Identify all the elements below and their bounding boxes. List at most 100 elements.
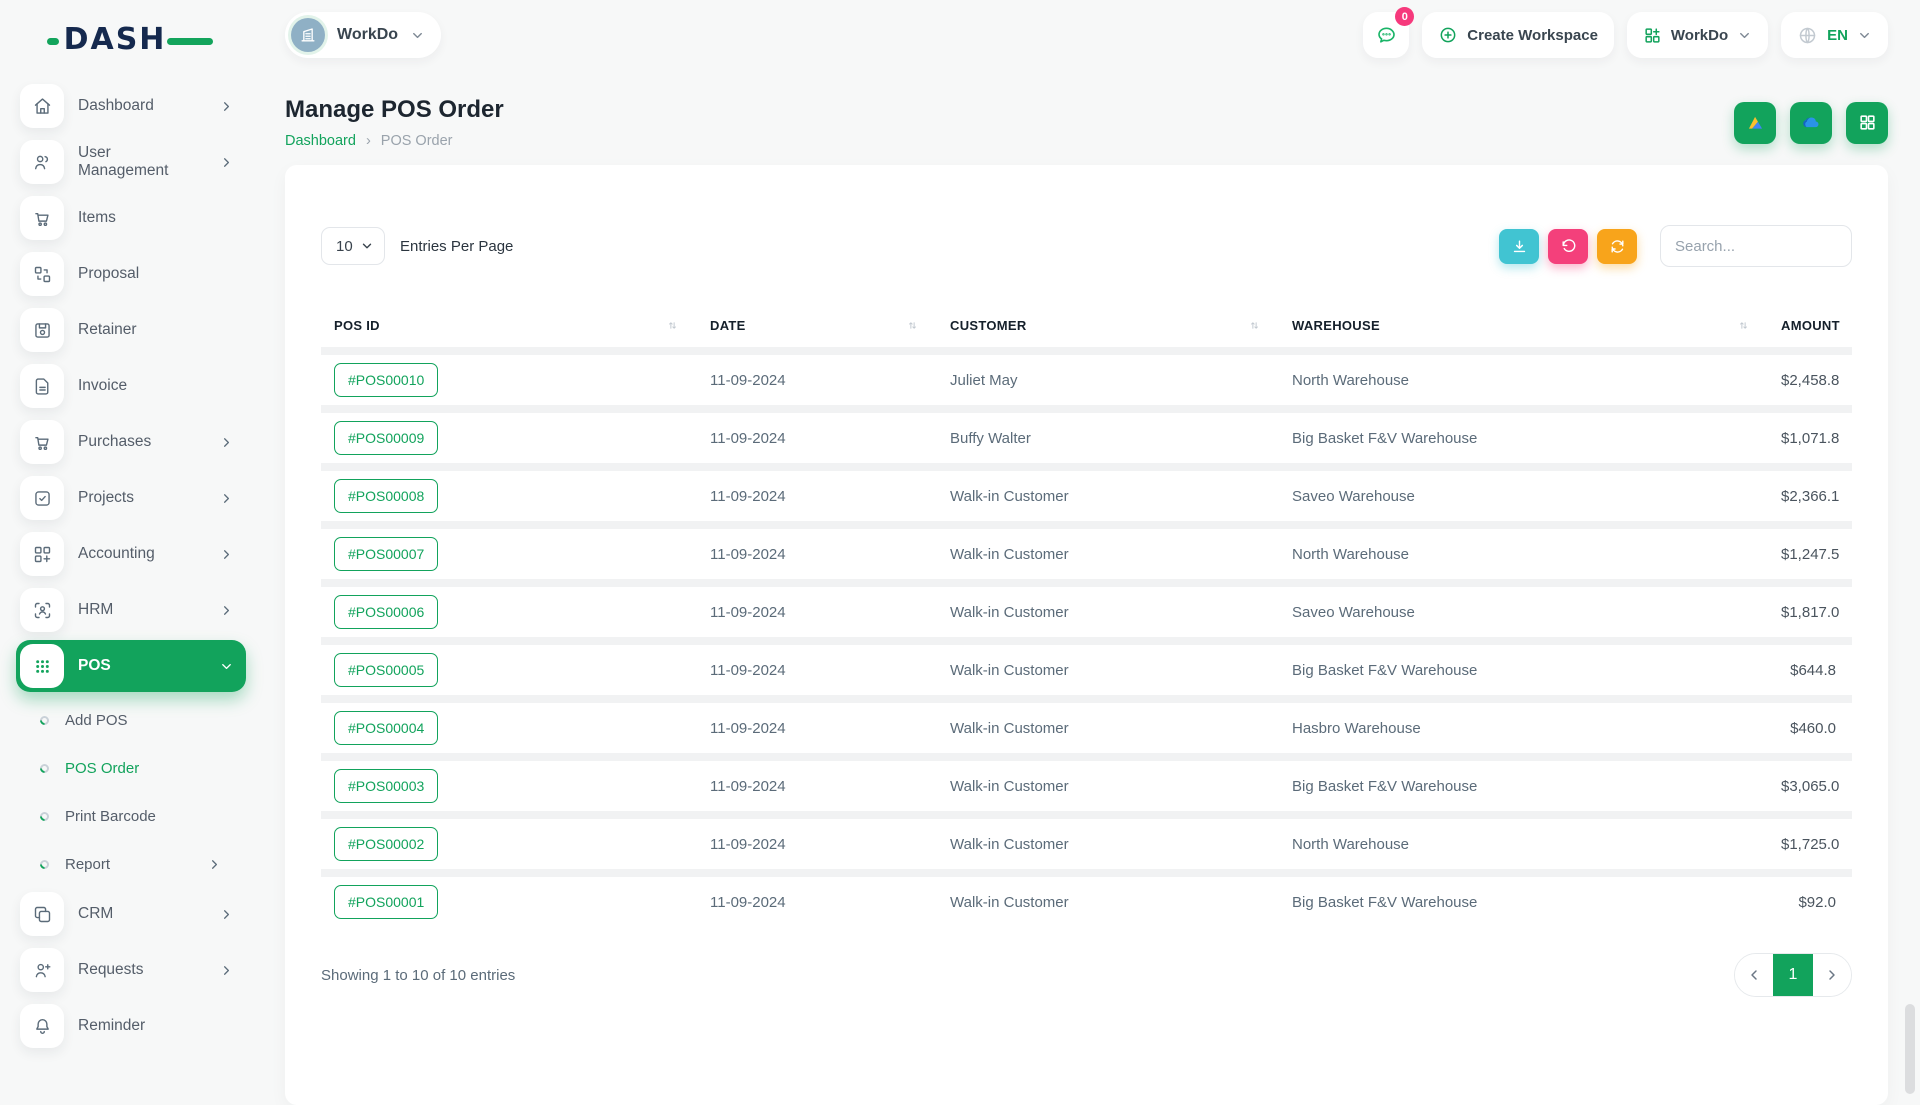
customer-name: Walk-in Customer	[937, 604, 1279, 621]
sidebar-item-items[interactable]: Items	[16, 192, 246, 244]
chevron-right-icon	[219, 963, 234, 978]
sidebar-icon-tile	[20, 948, 64, 992]
transfer-squares-icon	[32, 264, 53, 285]
refresh-button[interactable]	[1597, 229, 1637, 264]
sidebar-icon-tile	[20, 644, 64, 688]
breadcrumb-separator: ›	[366, 133, 371, 149]
sidebar-item-dashboard[interactable]: Dashboard	[16, 80, 246, 132]
sidebar-item-purchases[interactable]: Purchases	[16, 416, 246, 468]
previous-page-button[interactable]	[1735, 953, 1773, 997]
create-workspace-button[interactable]: Create Workspace	[1422, 12, 1614, 58]
sidebar-subitem-pos-order[interactable]: POS Order	[16, 744, 246, 792]
export-button[interactable]	[1499, 229, 1539, 264]
sidebar-item-user-management[interactable]: User Management	[16, 136, 246, 188]
table-row: #POS0000811-09-2024Walk-in CustomerSaveo…	[321, 463, 1852, 521]
sidebar-item-crm[interactable]: CRM	[16, 888, 246, 940]
table-row: #POS0000311-09-2024Walk-in CustomerBig B…	[321, 753, 1852, 811]
page-header: Manage POS Order Dashboard › POS Order	[285, 96, 1888, 149]
company-menu-button[interactable]: WorkDo	[1627, 12, 1768, 58]
column-header-amount: AMOUNT	[1768, 318, 1856, 333]
table-row: #POS0001011-09-2024Juliet MayNorth Wareh…	[321, 347, 1852, 405]
reset-button[interactable]	[1548, 229, 1588, 264]
google-drive-button[interactable]	[1734, 102, 1776, 144]
column-header-warehouse[interactable]: WAREHOUSE	[1279, 318, 1768, 333]
sidebar-subitem-add-pos[interactable]: Add POS	[16, 696, 246, 744]
pos-id-link[interactable]: #POS00002	[334, 827, 438, 861]
workspace-selector[interactable]: WorkDo	[285, 12, 441, 58]
sidebar-item-requests[interactable]: Requests	[16, 944, 246, 996]
workspace-avatar	[291, 18, 325, 52]
pos-id-link[interactable]: #POS00004	[334, 711, 438, 745]
chevron-right-icon	[219, 491, 234, 506]
globe-icon	[1797, 25, 1818, 46]
pos-order-card: 10 Entries Per Page POS IDDATE CUSTOMER WA…	[285, 165, 1888, 1105]
grid-view-button[interactable]	[1846, 102, 1888, 144]
next-page-button[interactable]	[1813, 953, 1851, 997]
bell-icon	[32, 1016, 53, 1037]
pos-id-link[interactable]: #POS00010	[334, 363, 438, 397]
bullet-ring-icon	[38, 714, 51, 727]
sidebar-item-proposal[interactable]: Proposal	[16, 248, 246, 300]
check-square-icon	[32, 488, 53, 509]
messages-button[interactable]: 0	[1363, 12, 1409, 58]
sidebar-item-invoice[interactable]: Invoice	[16, 360, 246, 412]
sidebar-item-retainer[interactable]: Retainer	[16, 304, 246, 356]
app-logo[interactable]: DASH	[0, 0, 260, 78]
order-date: 11-09-2024	[697, 372, 937, 389]
pos-id-link[interactable]: #POS00006	[334, 595, 438, 629]
pos-id-link[interactable]: #POS00001	[334, 885, 438, 919]
sidebar-icon-tile	[20, 1004, 64, 1048]
topbar-actions: 0 Create Workspace WorkDo EN	[1363, 12, 1888, 58]
column-header-customer[interactable]: CUSTOMER	[937, 318, 1279, 333]
sidebar-subitem-report[interactable]: Report	[16, 840, 246, 888]
order-date: 11-09-2024	[697, 662, 937, 679]
language-selector[interactable]: EN	[1781, 12, 1888, 58]
sidebar-subitem-print-barcode[interactable]: Print Barcode	[16, 792, 246, 840]
warehouse-name: North Warehouse	[1279, 836, 1768, 853]
warehouse-name: North Warehouse	[1279, 372, 1768, 389]
sidebar-item-pos[interactable]: POS	[16, 640, 246, 692]
plus-circle-icon	[1438, 25, 1458, 45]
messages-count-badge: 0	[1395, 7, 1414, 26]
search-input[interactable]	[1660, 225, 1852, 267]
sidebar-subitem-label: Report	[65, 856, 191, 873]
sidebar-item-label: Reminder	[78, 1017, 234, 1035]
bullet-ring-icon	[38, 810, 51, 823]
table-toolbar: 10 Entries Per Page	[321, 225, 1852, 267]
pos-id-link[interactable]: #POS00007	[334, 537, 438, 571]
sidebar-item-label: Accounting	[78, 545, 205, 563]
table-row: #POS0000611-09-2024Walk-in CustomerSaveo…	[321, 579, 1852, 637]
sidebar-item-label: Retainer	[78, 321, 234, 339]
customer-name: Walk-in Customer	[937, 894, 1279, 911]
table-body: #POS0001011-09-2024Juliet MayNorth Wareh…	[321, 347, 1852, 927]
sidebar-item-hrm[interactable]: HRM	[16, 584, 246, 636]
column-header-date[interactable]: DATE	[697, 318, 937, 333]
pos-id-link[interactable]: #POS00009	[334, 421, 438, 455]
logo-bar-accent	[167, 38, 213, 45]
column-header-label: CUSTOMER	[950, 318, 1027, 333]
customer-name: Walk-in Customer	[937, 488, 1279, 505]
sidebar-item-accounting[interactable]: Accounting	[16, 528, 246, 580]
onedrive-button[interactable]	[1790, 102, 1832, 144]
pos-id-link[interactable]: #POS00005	[334, 653, 438, 687]
undo-icon	[1560, 238, 1577, 255]
pos-id-link[interactable]: #POS00003	[334, 769, 438, 803]
chevron-right-icon	[219, 907, 234, 922]
download-icon	[1511, 238, 1528, 255]
column-header-pos-id[interactable]: POS ID	[321, 318, 697, 333]
pos-id-link[interactable]: #POS00008	[334, 479, 438, 513]
sidebar-item-projects[interactable]: Projects	[16, 472, 246, 524]
sidebar-item-label: User Management	[78, 144, 205, 180]
warehouse-name: Saveo Warehouse	[1279, 488, 1768, 505]
warehouse-name: Big Basket F&V Warehouse	[1279, 430, 1768, 447]
sidebar-item-reminder[interactable]: Reminder	[16, 1000, 246, 1052]
pos-id-cell: #POS00008	[321, 479, 697, 513]
table-row: #POS0000911-09-2024Buffy WalterBig Baske…	[321, 405, 1852, 463]
breadcrumb-dashboard-link[interactable]: Dashboard	[285, 133, 356, 149]
current-page-indicator[interactable]: 1	[1773, 953, 1813, 997]
pos-id-cell: #POS00003	[321, 769, 697, 803]
sidebar-icon-tile	[20, 84, 64, 128]
table-row: #POS0000711-09-2024Walk-in CustomerNorth…	[321, 521, 1852, 579]
chevron-down-icon	[360, 239, 374, 253]
entries-per-page-select[interactable]: 10	[321, 227, 385, 265]
